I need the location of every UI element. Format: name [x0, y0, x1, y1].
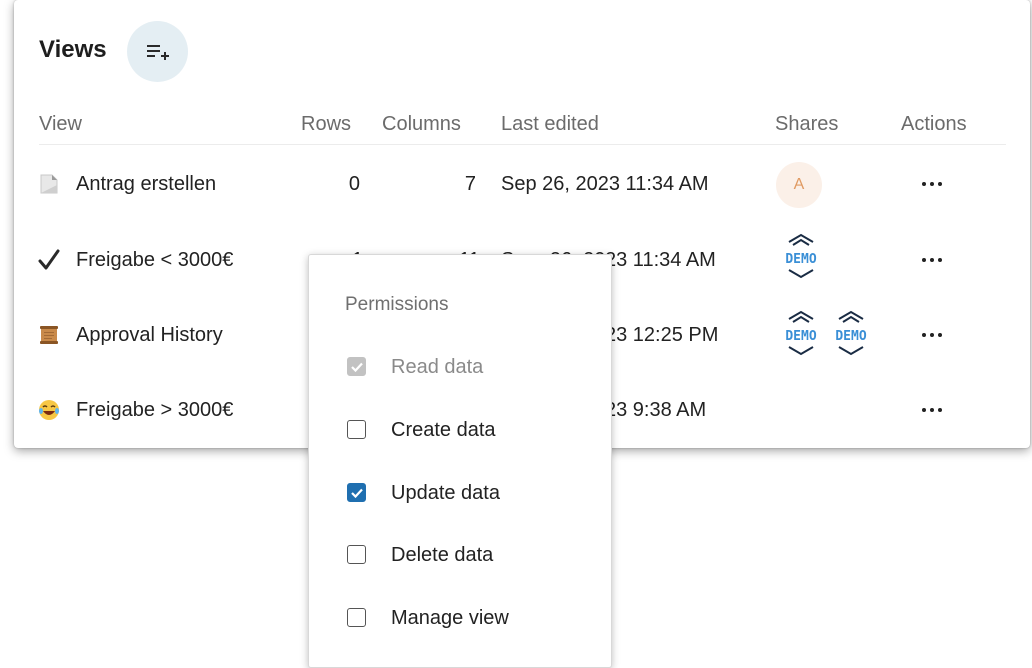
demo-text: DEMO [785, 252, 816, 267]
column-header-actions: Actions [901, 113, 967, 135]
more-horizontal-icon[interactable] [920, 405, 944, 415]
permission-create-data[interactable]: Create data [345, 410, 595, 450]
add-view-button[interactable] [127, 21, 188, 82]
permission-label[interactable]: Update data [391, 473, 500, 513]
column-count-partial: 11 [459, 240, 480, 254]
avatar[interactable]: A [776, 162, 822, 208]
header-divider [39, 144, 1006, 145]
view-name[interactable]: Antrag erstellen [76, 164, 216, 204]
column-count: 7 [464, 173, 476, 195]
more-horizontal-icon[interactable] [920, 179, 944, 189]
delete-data-checkbox[interactable] [347, 545, 366, 564]
permission-read-data: Read data [345, 347, 595, 387]
table-row[interactable]: Antrag erstellen 0 7 Sep 26, 2023 11:34 … [14, 162, 1030, 208]
permission-label[interactable]: Create data [391, 410, 496, 450]
permission-manage-view[interactable]: Manage view [345, 598, 595, 638]
column-header-rows[interactable]: Rows [301, 113, 351, 136]
row-count-partial: 1 [352, 240, 363, 254]
update-data-checkbox[interactable] [347, 483, 366, 502]
view-name[interactable]: Freigabe < 3000€ [76, 240, 233, 280]
last-edited: 23 9:38 AM [605, 399, 707, 421]
demo-text: DEMO [785, 329, 816, 344]
column-header-shares[interactable]: Shares [775, 113, 838, 136]
last-edited-partial: S [501, 240, 514, 254]
page-icon [40, 174, 58, 194]
permission-label[interactable]: Manage view [391, 598, 509, 638]
view-name[interactable]: Freigabe > 3000€ [76, 390, 233, 430]
laughing-face-icon [39, 400, 59, 420]
demo-logo[interactable]: DEMO [776, 228, 826, 286]
create-data-checkbox[interactable] [347, 420, 366, 439]
column-header-columns[interactable]: Columns [382, 113, 461, 136]
permission-label: Read data [391, 356, 484, 378]
manage-view-checkbox[interactable] [347, 608, 366, 627]
scroll-icon [40, 326, 58, 344]
column-header-view[interactable]: View [39, 113, 82, 136]
demo-logo[interactable]: DEMO [776, 305, 826, 363]
demo-logo[interactable]: DEMO [826, 305, 876, 363]
demo-text: DEMO [835, 329, 866, 344]
more-horizontal-icon[interactable] [920, 330, 944, 340]
permission-update-data[interactable]: Update data [345, 473, 595, 513]
permissions-title: Permissions [345, 294, 449, 315]
last-edited: 23 11:34 AM [605, 249, 716, 271]
row-count: 0 [348, 173, 360, 195]
permission-label[interactable]: Delete data [391, 535, 493, 575]
column-header-last-edited[interactable]: Last edited [501, 113, 599, 136]
view-name[interactable]: Approval History [76, 315, 223, 355]
playlist-add-icon [147, 45, 169, 60]
page-title: Views [39, 36, 107, 63]
last-edited: Sep 26, 2023 11:34 AM [501, 173, 709, 195]
permission-delete-data[interactable]: Delete data [345, 535, 595, 575]
read-data-checkbox [347, 357, 366, 376]
last-edited: 23 12:25 PM [605, 324, 719, 346]
last-edited-partial-mid: ep 26, 20 [522, 240, 604, 254]
more-horizontal-icon[interactable] [920, 255, 944, 265]
permissions-popover: Permissions Read data Create data Update… [308, 254, 612, 668]
check-mark-icon [38, 249, 60, 270]
